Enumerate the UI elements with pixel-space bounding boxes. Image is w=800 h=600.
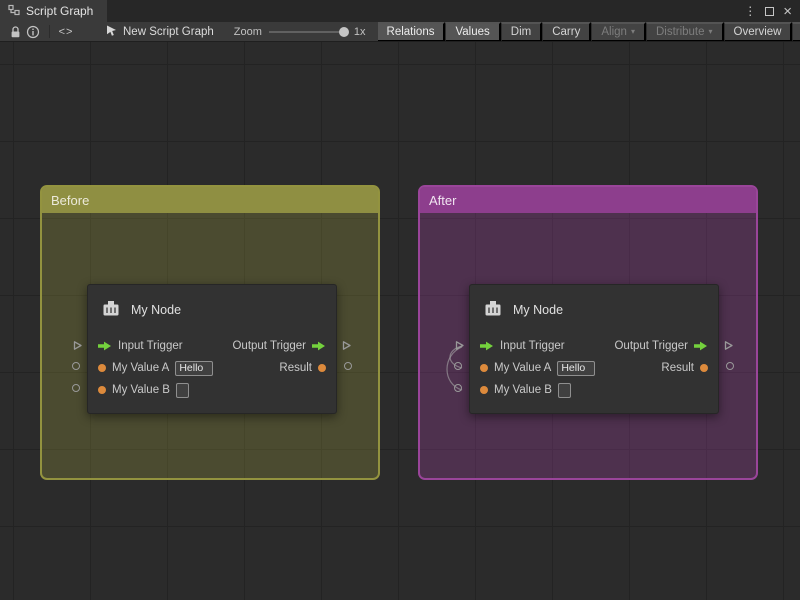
code-view-icon[interactable]: <> [57, 22, 75, 42]
dim-button[interactable]: Dim [501, 22, 542, 42]
info-icon[interactable] [24, 22, 42, 42]
group-after[interactable]: After [418, 185, 758, 480]
node-title: My Node [513, 303, 563, 317]
port-row-value-b: My Value B [470, 379, 718, 401]
script-graph-icon [8, 4, 20, 19]
toolbar-separator [49, 25, 50, 38]
zoom-control: Zoom 1x [234, 26, 366, 38]
value-a-connection-point[interactable] [454, 362, 462, 370]
value-b-port-icon [480, 386, 488, 394]
zoom-value: 1x [354, 26, 366, 38]
node-header[interactable]: My Node [88, 285, 336, 335]
result-port-icon [700, 364, 708, 372]
carry-button[interactable]: Carry [542, 22, 591, 42]
group-title: Before [51, 193, 89, 208]
close-icon[interactable]: × [783, 4, 792, 19]
tab-script-graph[interactable]: Script Graph [0, 0, 107, 22]
graph-breadcrumb[interactable]: New Script Graph [105, 24, 214, 40]
lock-icon[interactable] [6, 22, 24, 42]
my-node-icon [100, 298, 122, 323]
chevron-down-icon: ▾ [631, 27, 635, 36]
flow-out-connection-point[interactable] [341, 340, 352, 351]
value-b-input[interactable] [176, 383, 189, 398]
graph-canvas[interactable]: Before My Node [0, 42, 800, 600]
graph-toolbar: <> New Script Graph Zoom 1x Relations Va… [0, 22, 800, 42]
output-trigger-label: Output Trigger [614, 340, 688, 352]
window-controls: ⋮ × [744, 0, 800, 22]
port-row-value-b: My Value B [88, 379, 336, 401]
port-row-flow: Input Trigger Output Trigger [470, 335, 718, 357]
my-node-icon [482, 298, 504, 323]
value-b-port-icon [98, 386, 106, 394]
flow-in-port-icon [98, 341, 112, 351]
group-header[interactable]: Before [42, 187, 378, 213]
window-tab-bar: Script Graph ⋮ × [0, 0, 800, 22]
graph-name-label: New Script Graph [123, 26, 214, 38]
result-label: Result [279, 362, 312, 374]
zoom-slider-track [269, 31, 347, 33]
result-port-icon [318, 364, 326, 372]
result-label: Result [661, 362, 694, 374]
input-trigger-label: Input Trigger [118, 340, 183, 352]
value-a-input[interactable] [175, 361, 213, 376]
input-trigger-label: Input Trigger [500, 340, 565, 352]
flow-in-connection-point[interactable] [72, 340, 83, 351]
my-value-b-label: My Value B [112, 384, 170, 396]
flow-out-port-icon [312, 341, 326, 351]
value-a-connection-point[interactable] [72, 362, 80, 370]
flow-out-port-icon [694, 341, 708, 351]
my-value-a-label: My Value A [112, 362, 169, 374]
flow-in-port-icon [480, 341, 494, 351]
port-row-value-a: My Value A Result [88, 357, 336, 379]
node-title: My Node [131, 303, 181, 317]
value-b-connection-point[interactable] [72, 384, 80, 392]
kebab-menu-icon[interactable]: ⋮ [744, 5, 756, 17]
value-a-input[interactable] [557, 361, 595, 376]
chevron-down-icon: ▾ [709, 27, 713, 36]
my-node[interactable]: My Node Input Trigger Output Trigger [469, 284, 719, 414]
flow-in-connection-point[interactable] [454, 340, 465, 351]
value-a-port-icon [480, 364, 488, 372]
maximize-icon[interactable] [765, 7, 774, 16]
flow-out-connection-point[interactable] [723, 340, 734, 351]
toolbar-buttons: Relations Values Dim Carry Align▾ Distri… [378, 22, 800, 42]
node-header[interactable]: My Node [470, 285, 718, 335]
zoom-slider-handle[interactable] [339, 27, 349, 37]
group-title: After [429, 193, 456, 208]
output-trigger-label: Output Trigger [232, 340, 306, 352]
unity-script-graph-window: Script Graph ⋮ × <> [0, 0, 800, 600]
my-value-a-label: My Value A [494, 362, 551, 374]
value-b-connection-point[interactable] [454, 384, 462, 392]
value-b-input[interactable] [558, 383, 571, 398]
my-value-b-label: My Value B [494, 384, 552, 396]
tab-label: Script Graph [26, 4, 93, 18]
port-row-value-a: My Value A Result [470, 357, 718, 379]
zoom-label: Zoom [234, 26, 262, 38]
overview-button[interactable]: Overview [724, 22, 793, 42]
result-connection-point[interactable] [344, 362, 352, 370]
my-node[interactable]: My Node Input Trigger Output Trigger [87, 284, 337, 414]
relations-button[interactable]: Relations [378, 22, 446, 42]
group-header[interactable]: After [420, 187, 756, 213]
group-before[interactable]: Before My Node [40, 185, 380, 480]
full-screen-button[interactable]: Full Screen [792, 22, 800, 42]
value-a-port-icon [98, 364, 106, 372]
graph-asset-icon [105, 24, 118, 40]
align-dropdown-button: Align▾ [591, 22, 646, 42]
distribute-dropdown-button: Distribute▾ [646, 22, 724, 42]
values-button[interactable]: Values [445, 22, 500, 42]
result-connection-point[interactable] [726, 362, 734, 370]
zoom-slider[interactable] [269, 26, 347, 38]
port-row-flow: Input Trigger Output Trigger [88, 335, 336, 357]
